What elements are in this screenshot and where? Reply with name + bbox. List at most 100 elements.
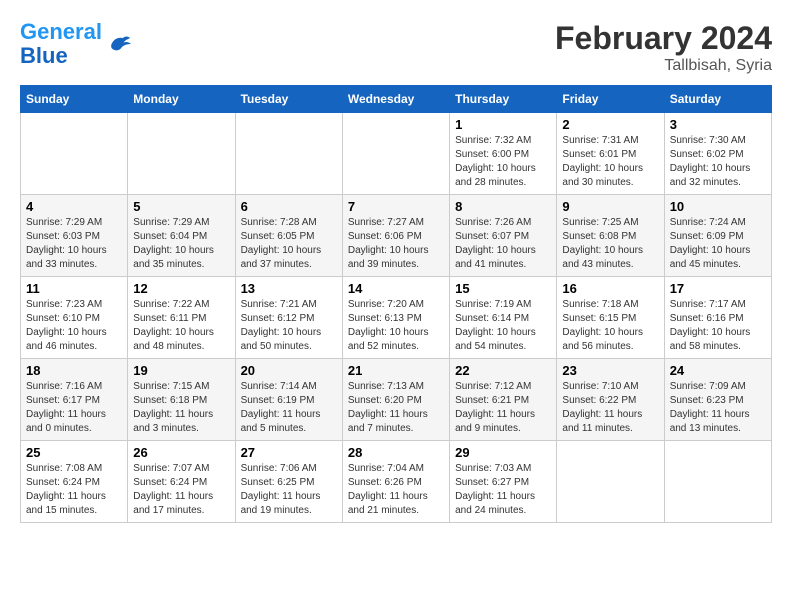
- week-row-3: 11 Sunrise: 7:23 AM Sunset: 6:10 PM Dayli…: [21, 277, 772, 359]
- day-number: 1: [455, 117, 551, 132]
- day-header-thursday: Thursday: [450, 86, 557, 113]
- day-cell: 28 Sunrise: 7:04 AM Sunset: 6:26 PM Dayli…: [342, 441, 449, 523]
- day-cell: 11 Sunrise: 7:23 AM Sunset: 6:10 PM Dayli…: [21, 277, 128, 359]
- day-cell: 26 Sunrise: 7:07 AM Sunset: 6:24 PM Dayli…: [128, 441, 235, 523]
- calendar-table: SundayMondayTuesdayWednesdayThursdayFrid…: [20, 85, 772, 523]
- day-cell: 6 Sunrise: 7:28 AM Sunset: 6:05 PM Daylig…: [235, 195, 342, 277]
- day-header-saturday: Saturday: [664, 86, 771, 113]
- day-cell: 8 Sunrise: 7:26 AM Sunset: 6:07 PM Daylig…: [450, 195, 557, 277]
- day-info: Sunrise: 7:08 AM Sunset: 6:24 PM Dayligh…: [26, 463, 106, 516]
- day-cell: 4 Sunrise: 7:29 AM Sunset: 6:03 PM Daylig…: [21, 195, 128, 277]
- day-info: Sunrise: 7:19 AM Sunset: 6:14 PM Dayligh…: [455, 299, 536, 352]
- day-cell: [557, 441, 664, 523]
- day-cell: 10Sunrise: 7:24 AM Sunset: 6:09 PM Dayli…: [664, 195, 771, 277]
- day-cell: [342, 113, 449, 195]
- day-number: 18: [26, 363, 122, 378]
- day-cell: 14 Sunrise: 7:20 AM Sunset: 6:13 PM Dayli…: [342, 277, 449, 359]
- day-cell: [128, 113, 235, 195]
- day-number: 26: [133, 445, 229, 460]
- day-info: Sunrise: 7:15 AM Sunset: 6:18 PM Dayligh…: [133, 381, 213, 434]
- day-info: Sunrise: 7:29 AM Sunset: 6:04 PM Dayligh…: [133, 217, 214, 270]
- day-info: Sunrise: 7:03 AM Sunset: 6:27 PM Dayligh…: [455, 463, 535, 516]
- day-cell: 3Sunrise: 7:30 AM Sunset: 6:02 PM Daylig…: [664, 113, 771, 195]
- day-info: Sunrise: 7:06 AM Sunset: 6:25 PM Dayligh…: [241, 463, 321, 516]
- day-number: 13: [241, 281, 337, 296]
- day-cell: 12 Sunrise: 7:22 AM Sunset: 6:11 PM Dayli…: [128, 277, 235, 359]
- day-info: Sunrise: 7:23 AM Sunset: 6:10 PM Dayligh…: [26, 299, 107, 352]
- day-number: 29: [455, 445, 551, 460]
- day-info: Sunrise: 7:24 AM Sunset: 6:09 PM Dayligh…: [670, 217, 751, 270]
- day-info: Sunrise: 7:10 AM Sunset: 6:22 PM Dayligh…: [562, 381, 642, 434]
- day-cell: 20 Sunrise: 7:14 AM Sunset: 6:19 PM Dayli…: [235, 359, 342, 441]
- day-info: Sunrise: 7:25 AM Sunset: 6:08 PM Dayligh…: [562, 217, 643, 270]
- day-cell: 5 Sunrise: 7:29 AM Sunset: 6:04 PM Daylig…: [128, 195, 235, 277]
- day-cell: [21, 113, 128, 195]
- day-info: Sunrise: 7:26 AM Sunset: 6:07 PM Dayligh…: [455, 217, 536, 270]
- day-header-tuesday: Tuesday: [235, 86, 342, 113]
- day-number: 2: [562, 117, 658, 132]
- day-number: 22: [455, 363, 551, 378]
- day-info: Sunrise: 7:17 AM Sunset: 6:16 PM Dayligh…: [670, 299, 751, 352]
- day-number: 19: [133, 363, 229, 378]
- week-row-4: 18 Sunrise: 7:16 AM Sunset: 6:17 PM Dayli…: [21, 359, 772, 441]
- day-number: 25: [26, 445, 122, 460]
- day-info: Sunrise: 7:04 AM Sunset: 6:26 PM Dayligh…: [348, 463, 428, 516]
- day-cell: 29 Sunrise: 7:03 AM Sunset: 6:27 PM Dayli…: [450, 441, 557, 523]
- day-number: 11: [26, 281, 122, 296]
- day-cell: 27 Sunrise: 7:06 AM Sunset: 6:25 PM Dayli…: [235, 441, 342, 523]
- day-number: 23: [562, 363, 658, 378]
- day-header-sunday: Sunday: [21, 86, 128, 113]
- day-info: Sunrise: 7:20 AM Sunset: 6:13 PM Dayligh…: [348, 299, 429, 352]
- day-number: 4: [26, 199, 122, 214]
- day-number: 12: [133, 281, 229, 296]
- day-info: Sunrise: 7:28 AM Sunset: 6:05 PM Dayligh…: [241, 217, 322, 270]
- day-number: 8: [455, 199, 551, 214]
- day-info: Sunrise: 7:16 AM Sunset: 6:17 PM Dayligh…: [26, 381, 106, 434]
- day-info: Sunrise: 7:09 AM Sunset: 6:23 PM Dayligh…: [670, 381, 750, 434]
- day-cell: 13 Sunrise: 7:21 AM Sunset: 6:12 PM Dayli…: [235, 277, 342, 359]
- day-cell: [664, 441, 771, 523]
- day-number: 15: [455, 281, 551, 296]
- day-number: 7: [348, 199, 444, 214]
- day-cell: 21Sunrise: 7:13 AM Sunset: 6:20 PM Dayli…: [342, 359, 449, 441]
- day-info: Sunrise: 7:31 AM Sunset: 6:01 PM Dayligh…: [562, 135, 643, 188]
- day-header-wednesday: Wednesday: [342, 86, 449, 113]
- page-title: February 2024: [555, 20, 772, 57]
- day-info: Sunrise: 7:21 AM Sunset: 6:12 PM Dayligh…: [241, 299, 322, 352]
- day-cell: 23 Sunrise: 7:10 AM Sunset: 6:22 PM Dayli…: [557, 359, 664, 441]
- day-number: 5: [133, 199, 229, 214]
- day-cell: 25 Sunrise: 7:08 AM Sunset: 6:24 PM Dayli…: [21, 441, 128, 523]
- logo-text: GeneralBlue: [20, 20, 102, 68]
- day-cell: 16Sunrise: 7:18 AM Sunset: 6:15 PM Dayli…: [557, 277, 664, 359]
- logo-bird-icon: [104, 29, 134, 59]
- header-row: SundayMondayTuesdayWednesdayThursdayFrid…: [21, 86, 772, 113]
- day-cell: 18 Sunrise: 7:16 AM Sunset: 6:17 PM Dayli…: [21, 359, 128, 441]
- day-number: 17: [670, 281, 766, 296]
- day-number: 27: [241, 445, 337, 460]
- week-row-5: 25 Sunrise: 7:08 AM Sunset: 6:24 PM Dayli…: [21, 441, 772, 523]
- day-info: Sunrise: 7:22 AM Sunset: 6:11 PM Dayligh…: [133, 299, 214, 352]
- day-cell: 19 Sunrise: 7:15 AM Sunset: 6:18 PM Dayli…: [128, 359, 235, 441]
- day-info: Sunrise: 7:30 AM Sunset: 6:02 PM Dayligh…: [670, 135, 751, 188]
- day-number: 6: [241, 199, 337, 214]
- day-number: 14: [348, 281, 444, 296]
- day-info: Sunrise: 7:07 AM Sunset: 6:24 PM Dayligh…: [133, 463, 213, 516]
- day-number: 9: [562, 199, 658, 214]
- title-block: February 2024 Tallbisah, Syria: [555, 20, 772, 75]
- day-number: 24: [670, 363, 766, 378]
- day-info: Sunrise: 7:14 AM Sunset: 6:19 PM Dayligh…: [241, 381, 321, 434]
- day-info: Sunrise: 7:29 AM Sunset: 6:03 PM Dayligh…: [26, 217, 107, 270]
- day-cell: 15 Sunrise: 7:19 AM Sunset: 6:14 PM Dayli…: [450, 277, 557, 359]
- day-info: Sunrise: 7:27 AM Sunset: 6:06 PM Dayligh…: [348, 217, 429, 270]
- day-cell: 24 Sunrise: 7:09 AM Sunset: 6:23 PM Dayli…: [664, 359, 771, 441]
- logo: GeneralBlue: [20, 20, 134, 68]
- day-header-friday: Friday: [557, 86, 664, 113]
- day-info: Sunrise: 7:12 AM Sunset: 6:21 PM Dayligh…: [455, 381, 535, 434]
- day-cell: 22 Sunrise: 7:12 AM Sunset: 6:21 PM Dayli…: [450, 359, 557, 441]
- day-cell: 2 Sunrise: 7:31 AM Sunset: 6:01 PM Daylig…: [557, 113, 664, 195]
- day-number: 20: [241, 363, 337, 378]
- day-number: 28: [348, 445, 444, 460]
- day-cell: 1Sunrise: 7:32 AM Sunset: 6:00 PM Daylig…: [450, 113, 557, 195]
- page-header: GeneralBlue February 2024 Tallbisah, Syr…: [20, 20, 772, 75]
- day-cell: 7 Sunrise: 7:27 AM Sunset: 6:06 PM Daylig…: [342, 195, 449, 277]
